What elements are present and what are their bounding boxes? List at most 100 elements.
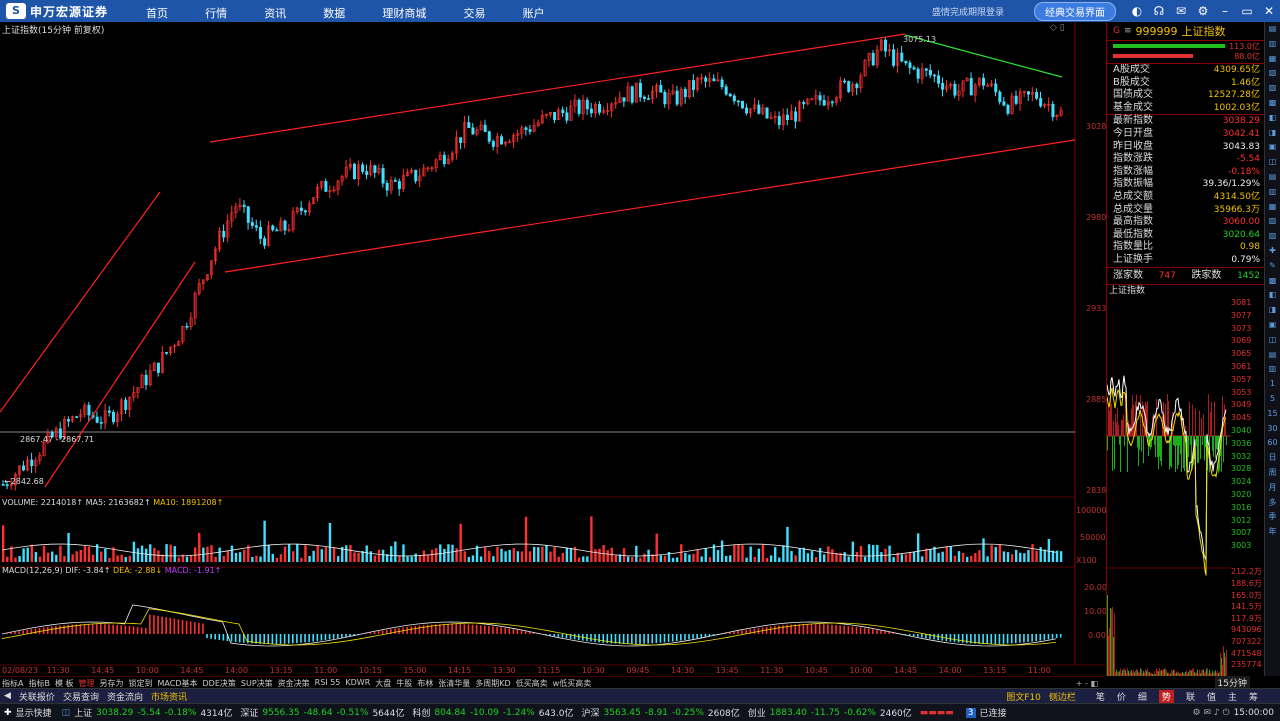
message-icon[interactable]: ✉ (1170, 4, 1192, 18)
index-cy-name[interactable]: 创业 (748, 706, 766, 719)
chart-settings-icon[interactable]: ◇ ▯ (1050, 23, 1065, 33)
bottom-tab[interactable]: 资金流向 (107, 690, 143, 703)
tab-sidebar[interactable]: 侧边栏 (1049, 690, 1076, 703)
index-kc-name[interactable]: 科创 (412, 706, 430, 719)
zoom-controls[interactable]: + - ◧ (1076, 679, 1098, 688)
rt-icon[interactable]: ✎ (1265, 259, 1280, 274)
period-button[interactable]: 周 (1265, 466, 1280, 481)
rt-icon[interactable]: ▨ (1265, 229, 1280, 244)
rt-icon[interactable]: ◧ (1265, 111, 1280, 126)
indicator-tab[interactable]: 张清华量 (438, 678, 470, 689)
maximize-icon[interactable]: ▭ (1236, 4, 1258, 18)
menu-icon[interactable]: ≡ (1124, 26, 1132, 36)
period-button[interactable]: 月 (1265, 481, 1280, 496)
indicator-tab[interactable]: KDWR (345, 678, 370, 689)
indicator-tab[interactable]: 大盘 (375, 678, 391, 689)
index-hs-name[interactable]: 沪深 (582, 706, 600, 719)
period-button[interactable]: 1 (1265, 377, 1280, 392)
indicator-tab[interactable]: 锁定到 (129, 678, 153, 689)
nav-home[interactable]: 首页 (146, 5, 168, 21)
period-button[interactable]: 30 (1265, 422, 1280, 437)
indicator-tab[interactable]: MACD基本 (158, 678, 198, 689)
indicator-tab[interactable]: RSI 55 (315, 678, 341, 689)
indicator-tab[interactable]: 另存为 (100, 678, 124, 689)
intraday-mini-chart[interactable] (1107, 298, 1231, 676)
rt-icon[interactable]: ◫ (1265, 333, 1280, 348)
rt-icon[interactable]: ▧ (1265, 66, 1280, 81)
rt-icon[interactable]: ◨ (1265, 126, 1280, 141)
close-icon[interactable]: ✕ (1258, 4, 1280, 18)
volume-bar (954, 556, 956, 562)
rt-icon[interactable]: ▤ (1265, 170, 1280, 185)
index-sz-name[interactable]: 深证 (240, 706, 258, 719)
indicator-tab[interactable]: 牛股 (396, 678, 412, 689)
indicator-tab[interactable]: 指标B (28, 678, 50, 689)
panel-tab[interactable]: 值 (1207, 690, 1216, 703)
show-quick[interactable]: 显示快捷 (16, 706, 52, 719)
nav-data[interactable]: 数据 (323, 5, 345, 21)
rt-icon[interactable]: ▦ (1265, 200, 1280, 215)
headset-icon[interactable]: ☊ (1148, 4, 1170, 18)
period-button[interactable]: 日 (1265, 451, 1280, 466)
rt-icon[interactable]: ▩ (1265, 274, 1280, 289)
rt-icon[interactable]: ✚ (1265, 244, 1280, 259)
quick-toggle-icon[interactable]: ✚ (4, 708, 12, 718)
rt-icon[interactable]: ▨ (1265, 81, 1280, 96)
bottom-tab[interactable]: 关联报价 (19, 690, 55, 703)
period-button[interactable]: 60 (1265, 436, 1280, 451)
period-button[interactable]: 季 (1265, 510, 1280, 525)
nav-account[interactable]: 账户 (523, 5, 545, 21)
minimize-icon[interactable]: – (1214, 4, 1236, 18)
nav-news[interactable]: 资讯 (264, 5, 286, 21)
indicator-tab[interactable]: SUP决策 (241, 678, 273, 689)
index-sh-name[interactable]: 上证 (74, 706, 92, 719)
status-icons[interactable]: ⚙ ✉ ♪ ⏻ (1193, 708, 1230, 718)
kline-chart[interactable] (0, 22, 1105, 676)
bottom-tab[interactable]: 市场资讯 (151, 690, 187, 703)
period-button[interactable]: 5 (1265, 392, 1280, 407)
rt-icon[interactable]: ◧ (1265, 288, 1280, 303)
rt-icon[interactable]: ▤ (1265, 22, 1280, 37)
classic-trade-button[interactable]: 经典交易界面 (1034, 2, 1116, 21)
period-button[interactable]: 多 (1265, 496, 1280, 511)
panel-tab[interactable]: 势 (1159, 690, 1174, 703)
rt-icon[interactable]: ◨ (1265, 303, 1280, 318)
indicator-tab[interactable]: 指标A (2, 678, 23, 689)
nav-trade[interactable]: 交易 (463, 5, 485, 21)
rt-icon[interactable]: ▣ (1265, 318, 1280, 333)
panel-tab[interactable]: 笔 (1096, 690, 1105, 703)
rt-icon[interactable]: ▦ (1265, 52, 1280, 67)
skin-icon[interactable]: ◐ (1126, 4, 1148, 18)
period-button[interactable]: 年 (1265, 525, 1280, 540)
indicator-tab[interactable]: DDE决策 (203, 678, 236, 689)
indicator-tab[interactable]: 多周期KD (475, 678, 510, 689)
panel-tab[interactable]: 筹 (1249, 690, 1258, 703)
indicator-tab[interactable]: 模 板 (55, 678, 74, 689)
brand-logo[interactable]: S 申万宏源证券 (6, 3, 108, 20)
indicator-tab[interactable]: 资金决策 (278, 678, 310, 689)
rt-icon[interactable]: ▧ (1265, 214, 1280, 229)
panel-tab[interactable]: 细 (1138, 690, 1147, 703)
bottom-tab[interactable]: 交易查询 (63, 690, 99, 703)
period-button[interactable]: 15 (1265, 407, 1280, 422)
panel-tab[interactable]: 联 (1186, 690, 1195, 703)
rt-icon[interactable]: ▩ (1265, 96, 1280, 111)
rt-icon[interactable]: ▥ (1265, 362, 1280, 377)
login-hint[interactable]: 盛情完成期限登录 (932, 5, 1004, 18)
indicator-tab[interactable]: 管理 (79, 678, 95, 689)
menu-icon[interactable]: ◀ (4, 691, 11, 701)
rt-icon[interactable]: ▣ (1265, 140, 1280, 155)
indicator-tab[interactable]: 布林 (417, 678, 433, 689)
panel-tab[interactable]: 价 (1117, 690, 1126, 703)
tab-f10[interactable]: 图文F10 (1006, 690, 1041, 703)
panel-tab[interactable]: 主 (1228, 690, 1237, 703)
rt-icon[interactable]: ▤ (1265, 348, 1280, 363)
nav-wealth-mall[interactable]: 理财商城 (382, 5, 426, 21)
rt-icon[interactable]: ◫ (1265, 155, 1280, 170)
indicator-tab[interactable]: w低买高卖 (553, 678, 592, 689)
nav-quotes[interactable]: 行情 (205, 5, 227, 21)
indicator-tab[interactable]: 低买高卖 (516, 678, 548, 689)
rt-icon[interactable]: ▥ (1265, 37, 1280, 52)
settings-gear-icon[interactable]: ⚙ (1192, 4, 1214, 18)
rt-icon[interactable]: ▥ (1265, 185, 1280, 200)
